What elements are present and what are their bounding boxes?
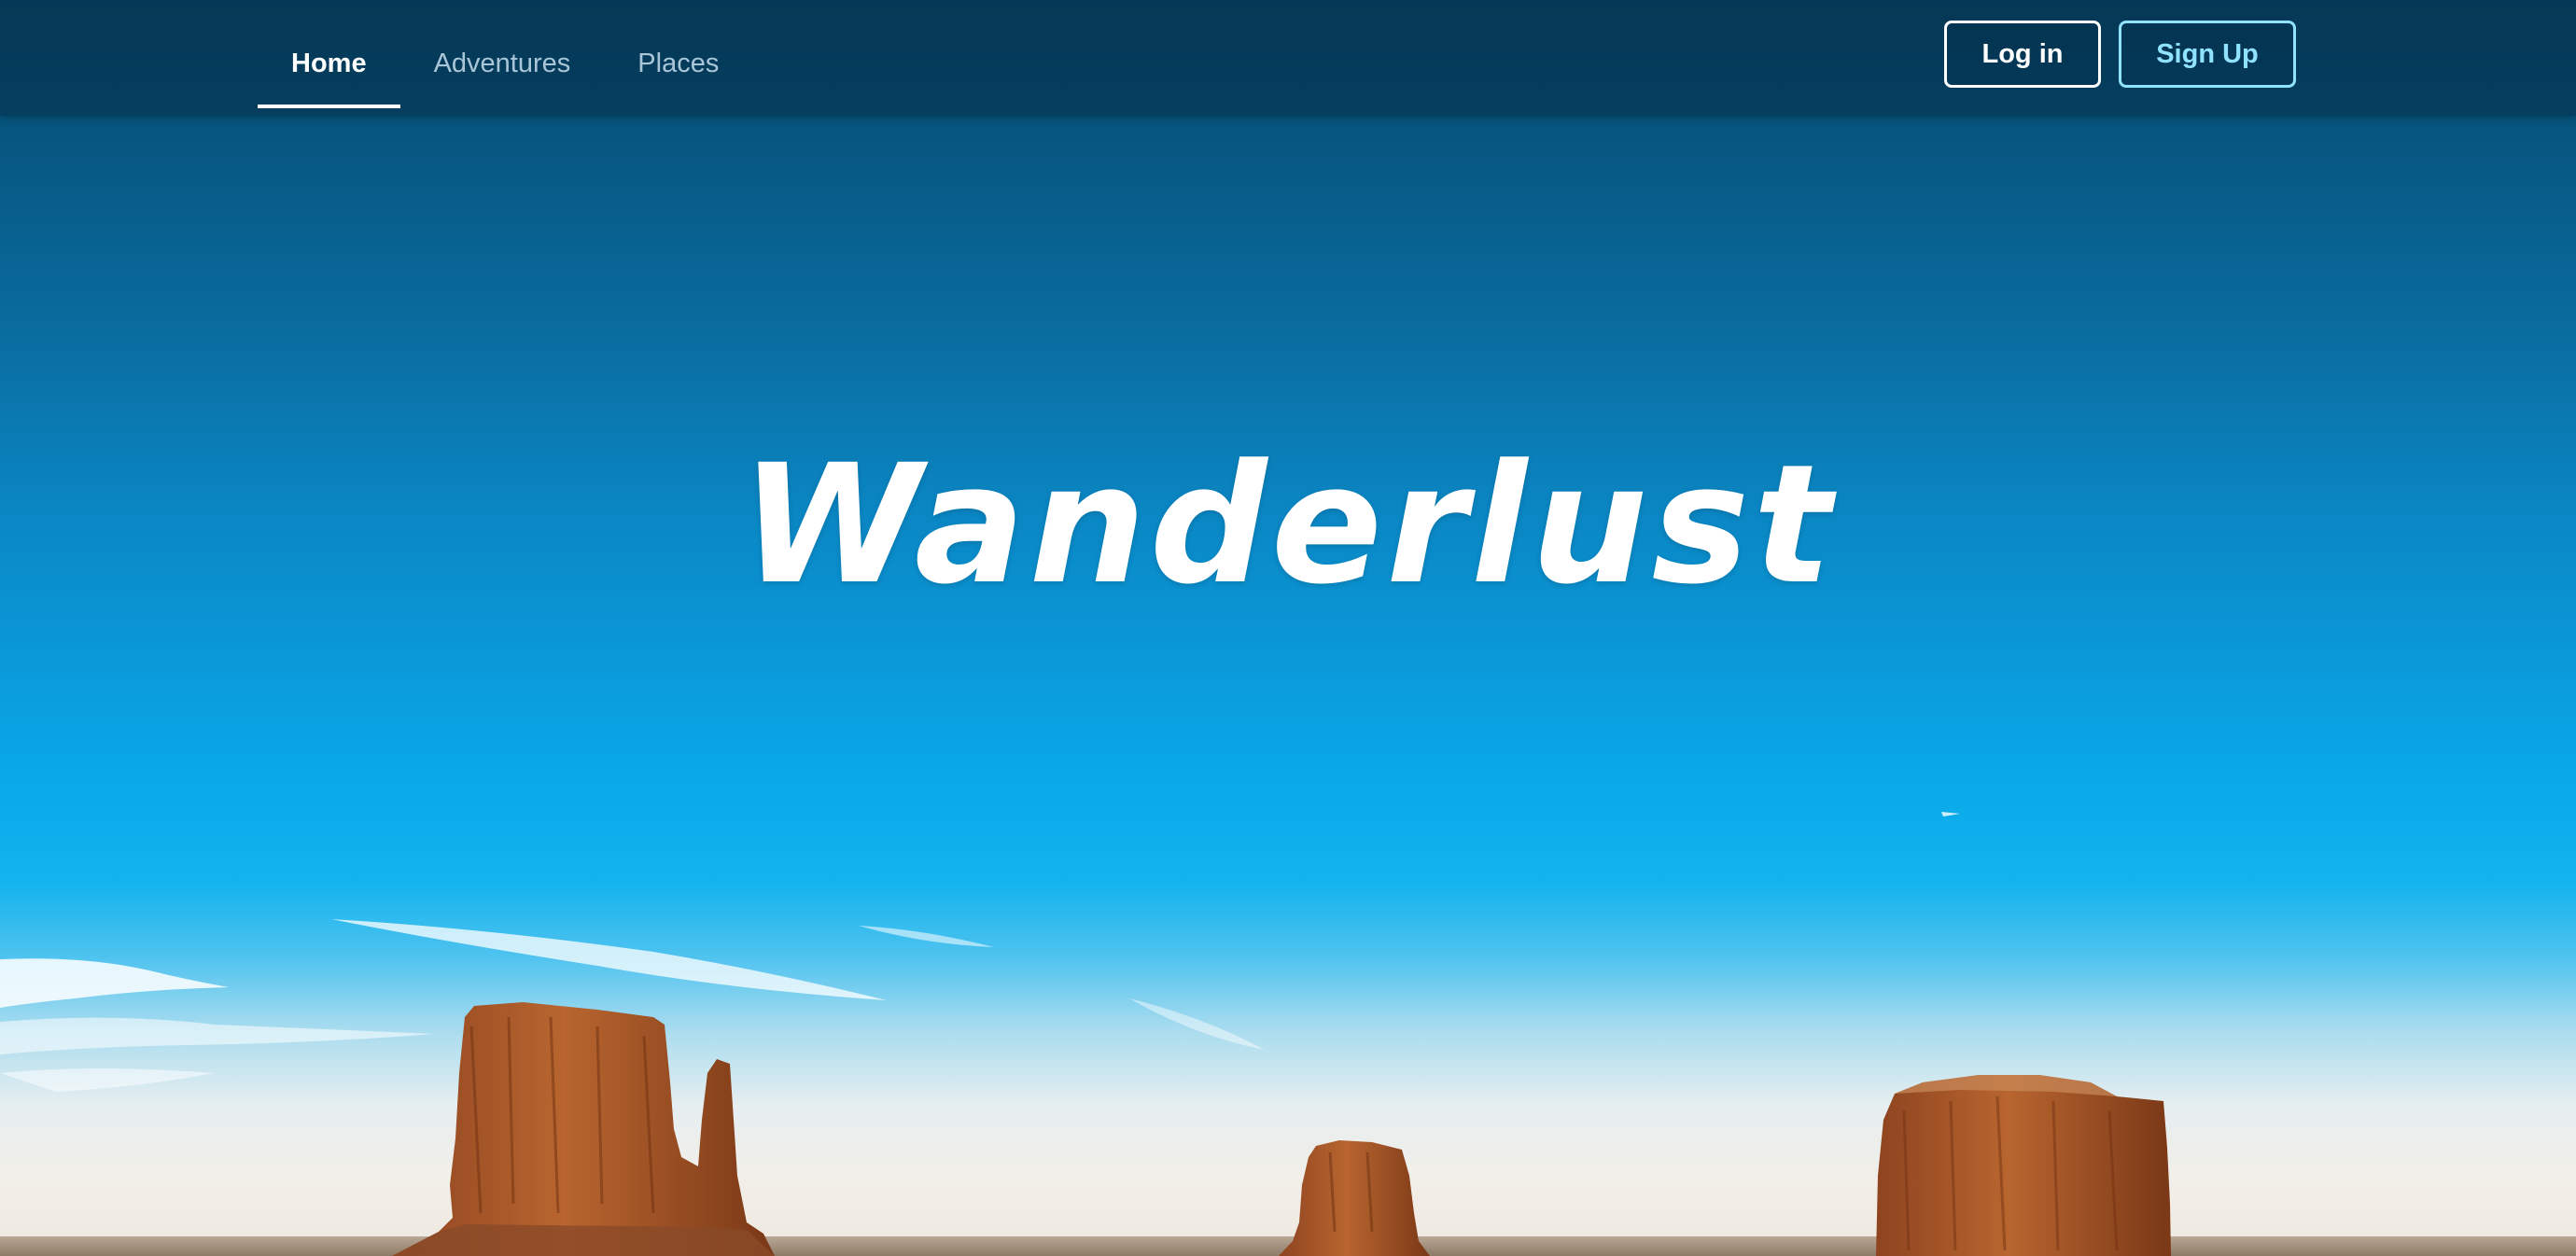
top-navbar: Home Adventures Places Log in Sign Up <box>0 0 2576 116</box>
nav-link-places[interactable]: Places <box>604 0 752 108</box>
butte-right-rock <box>1876 1075 2171 1256</box>
butte-middle-rock <box>1279 1140 1430 1256</box>
nav-link-adventures[interactable]: Adventures <box>400 0 605 108</box>
nav-link-home[interactable]: Home <box>258 0 400 108</box>
hero-section: Wanderlust <box>0 0 2576 1256</box>
login-button[interactable]: Log in <box>1944 21 2101 88</box>
hero-title: Wanderlust <box>740 429 1836 621</box>
signup-button[interactable]: Sign Up <box>2119 21 2296 88</box>
butte-left-rock <box>392 1002 775 1256</box>
nav-links: Home Adventures Places <box>258 0 752 116</box>
clouds <box>0 812 1960 1092</box>
hero-background-image <box>0 812 2576 1256</box>
